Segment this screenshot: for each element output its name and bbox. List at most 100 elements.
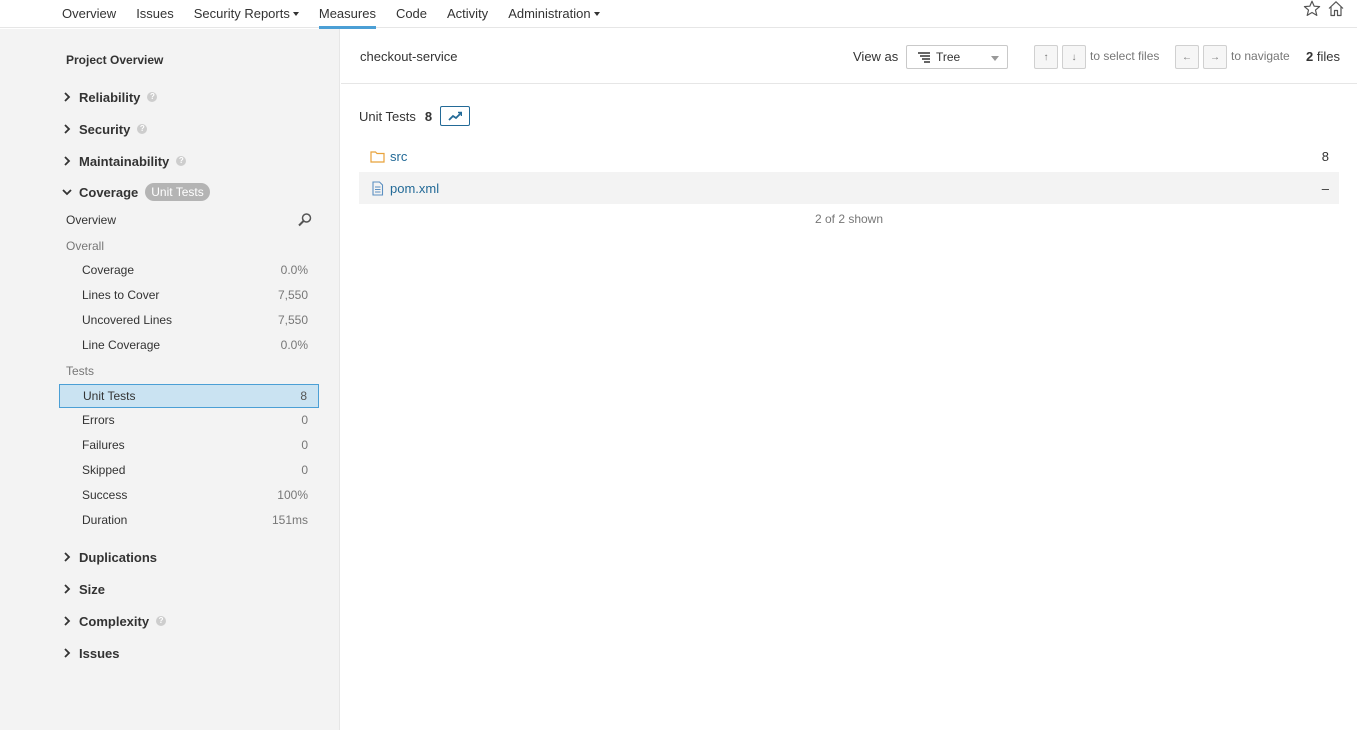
home-icon[interactable]	[1327, 0, 1345, 20]
tab-activity[interactable]: Activity	[437, 0, 498, 28]
trend-chart-icon	[448, 111, 463, 121]
overview-label: Overview	[66, 213, 117, 227]
navigate-hint: to navigate	[1231, 49, 1290, 63]
component-name: pom.xml	[390, 180, 440, 196]
measures-sidebar: Project Overview Reliability ? Security …	[0, 29, 340, 730]
nav-tabs: Overview Issues Security Reports Measure…	[52, 0, 610, 29]
files-count-label: files	[1316, 49, 1340, 64]
tab-activity-label: Activity	[447, 6, 489, 21]
history-button[interactable]	[440, 106, 471, 126]
metric-title: Unit Tests	[359, 108, 416, 124]
measure-duration[interactable]: Duration 151ms	[59, 508, 319, 532]
measure-label: Unit Tests	[83, 389, 136, 403]
folder-icon	[370, 150, 385, 163]
metric-value: 8	[424, 108, 433, 124]
domain-duplications[interactable]: Duplications	[62, 547, 157, 567]
help-icon[interactable]: ?	[147, 92, 158, 102]
tab-measures-label: Measures	[318, 6, 376, 21]
breadcrumb[interactable]: checkout-service	[360, 49, 458, 64]
domain-coverage[interactable]: Coverage Unit Tests	[62, 182, 210, 202]
dropdown-arrow-icon	[991, 56, 999, 61]
measure-line-coverage[interactable]: Line Coverage 0.0%	[59, 333, 319, 357]
list-item[interactable]: src 8	[359, 140, 1339, 172]
tab-administration[interactable]: Administration	[498, 0, 609, 28]
measure-value: 0.0%	[280, 338, 308, 352]
bubble-chart-icon	[297, 212, 319, 228]
tab-security-reports[interactable]: Security Reports	[184, 0, 309, 28]
help-icon[interactable]: ?	[156, 616, 167, 626]
domain-label: Security	[79, 121, 131, 137]
tab-administration-label: Administration	[508, 6, 591, 21]
component-link[interactable]: src	[359, 149, 407, 164]
domain-size[interactable]: Size	[62, 579, 105, 599]
domain-label: Complexity	[79, 613, 150, 629]
measure-value: 0	[301, 413, 308, 427]
measure-label: Errors	[82, 413, 115, 427]
measure-label: Coverage	[82, 263, 135, 277]
caret-down-icon	[292, 11, 299, 16]
tab-code[interactable]: Code	[386, 0, 437, 28]
domain-security[interactable]: Security ?	[62, 119, 148, 139]
file-icon	[370, 180, 385, 196]
component-measure: –	[1321, 180, 1329, 196]
chevron-down-icon	[62, 188, 72, 196]
measure-lines-to-cover[interactable]: Lines to Cover 7,550	[59, 283, 319, 307]
measure-skipped[interactable]: Skipped 0	[59, 458, 319, 482]
metric-header: Unit Tests 8	[359, 106, 471, 126]
tab-code-label: Code	[395, 6, 428, 21]
star-icon[interactable]	[1303, 0, 1321, 20]
measure-coverage[interactable]: Coverage 0.0%	[59, 258, 319, 282]
component-measure: 8	[1321, 148, 1329, 164]
nav-icons	[1303, 0, 1345, 20]
measure-label: Lines to Cover	[82, 288, 160, 302]
sidebar-title: Project Overview	[66, 53, 164, 67]
domain-maintainability[interactable]: Maintainability ?	[62, 151, 187, 171]
key-right-button[interactable]: →	[1203, 45, 1227, 69]
coverage-badge: Unit Tests	[145, 183, 210, 201]
measure-failures[interactable]: Failures 0	[59, 433, 319, 457]
domain-reliability[interactable]: Reliability ?	[62, 87, 158, 107]
measure-unit-tests[interactable]: Unit Tests 8	[59, 384, 319, 408]
tab-issues[interactable]: Issues	[126, 0, 184, 28]
tab-overview[interactable]: Overview	[52, 0, 126, 28]
chevron-right-icon	[62, 648, 72, 658]
measure-errors[interactable]: Errors 0	[59, 408, 319, 432]
domain-issues[interactable]: Issues	[62, 643, 119, 663]
domain-complexity[interactable]: Complexity ?	[62, 611, 167, 631]
component-link[interactable]: pom.xml	[359, 181, 439, 196]
chevron-right-icon	[62, 584, 72, 594]
chevron-right-icon	[62, 124, 72, 134]
help-icon[interactable]: ?	[137, 124, 148, 134]
measure-value: 151ms	[271, 513, 308, 527]
domain-label: Issues	[79, 645, 120, 661]
view-as-value: Tree	[936, 50, 961, 64]
measure-label: Skipped	[82, 463, 126, 477]
chevron-right-icon	[62, 92, 72, 102]
tree-icon	[917, 51, 931, 63]
measure-label: Line Coverage	[82, 338, 161, 352]
tab-measures[interactable]: Measures	[309, 0, 386, 29]
coverage-overview-link[interactable]: Overview	[59, 208, 319, 232]
domain-label: Duplications	[79, 549, 158, 565]
tab-security-reports-label: Security Reports	[193, 6, 290, 21]
measure-content: checkout-service View as Tree ↑ ↓ to sel…	[341, 29, 1357, 730]
tab-issues-label: Issues	[136, 6, 174, 21]
select-files-hint: to select files	[1090, 49, 1160, 63]
measure-label: Success	[82, 488, 128, 502]
list-item[interactable]: pom.xml –	[359, 172, 1339, 204]
help-icon[interactable]: ?	[176, 156, 187, 166]
view-as-select[interactable]: Tree	[906, 45, 1008, 69]
measure-value: 0	[301, 463, 308, 477]
key-down-button[interactable]: ↓	[1062, 45, 1086, 69]
measure-label: Failures	[82, 438, 125, 452]
group-overall-label: Overall	[66, 239, 105, 253]
files-count: 2 files	[1306, 49, 1340, 64]
key-up-button[interactable]: ↑	[1034, 45, 1058, 69]
measure-label: Duration	[82, 513, 128, 527]
measure-success[interactable]: Success 100%	[59, 483, 319, 507]
chevron-right-icon	[62, 552, 72, 562]
measure-uncovered-lines[interactable]: Uncovered Lines 7,550	[59, 308, 319, 332]
tab-overview-label: Overview	[62, 6, 117, 21]
key-left-button[interactable]: ←	[1175, 45, 1199, 69]
domain-label: Size	[79, 581, 106, 597]
